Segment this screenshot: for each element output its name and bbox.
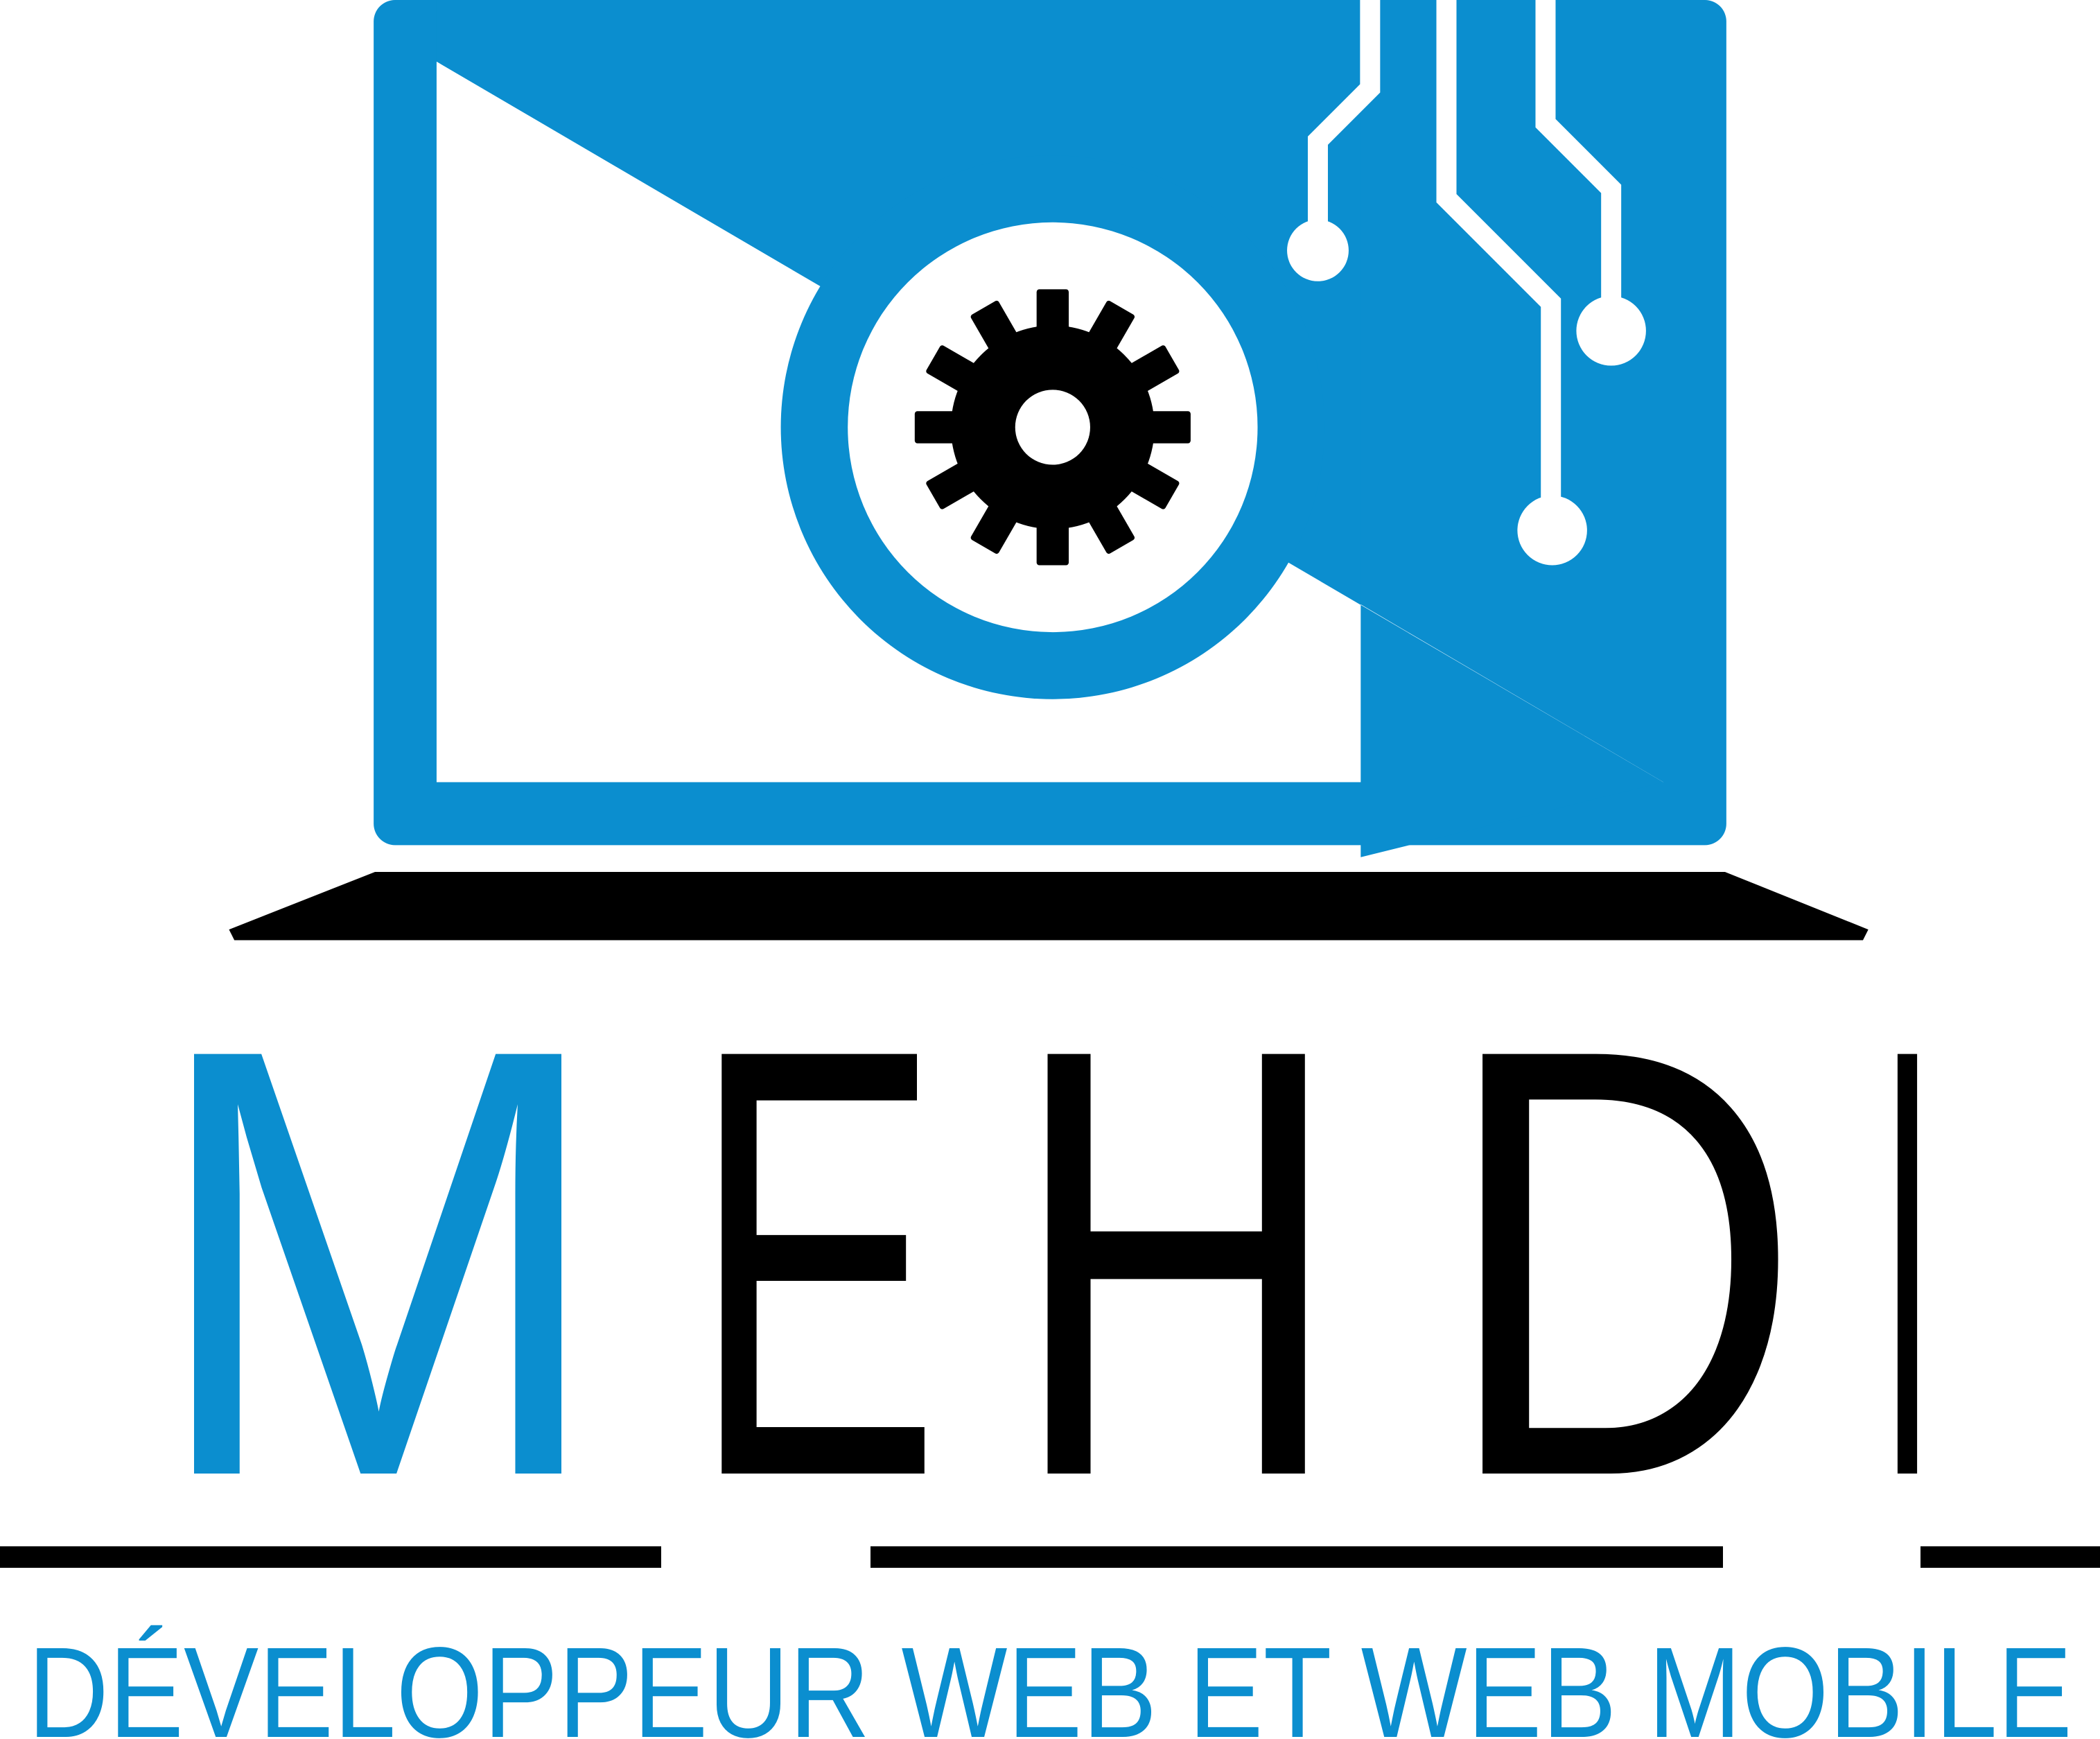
divider-left — [0, 1546, 661, 1568]
divider-right — [1920, 1546, 2100, 1568]
tagline: DÉVELOPPEUR WEB ET WEB MOBILE — [28, 1621, 2072, 1739]
brand-letter-i: I — [1878, 922, 1936, 1603]
brand-letter-m: M — [149, 922, 606, 1603]
mehdi-logo: M E H D I DÉVELOPPEUR WEB ET WEB MOBILE — [0, 0, 2100, 1739]
brand-letter-e: E — [691, 922, 940, 1603]
brand-letter-h: H — [1010, 922, 1342, 1603]
brand-letter-d: D — [1442, 922, 1802, 1603]
laptop-icon — [229, 0, 1869, 941]
brand-name: M E H D I — [149, 922, 1936, 1603]
divider-middle — [870, 1546, 1723, 1568]
